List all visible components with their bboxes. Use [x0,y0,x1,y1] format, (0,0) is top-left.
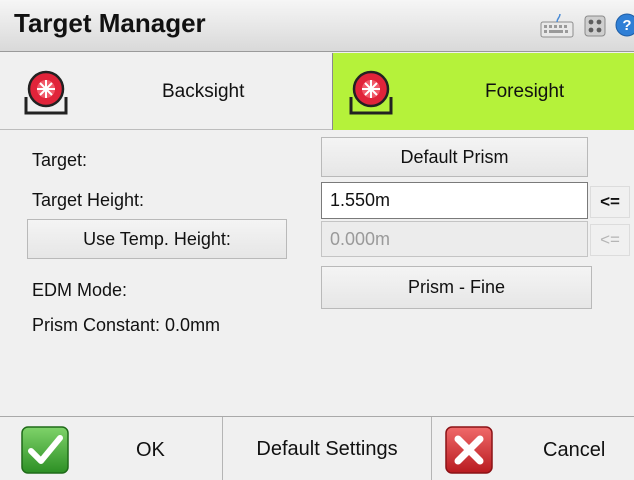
title-bar: Target Manager ? [0,0,634,52]
svg-text:?: ? [622,17,631,34]
cancel-label: Cancel [543,439,606,461]
target-label: Target: [32,150,88,170]
edm-mode-label: EDM Mode: [32,280,128,300]
keyboard-icon[interactable] [540,13,574,39]
target-select-button[interactable]: Default Prism [321,137,588,177]
prism-target-icon [24,70,68,115]
window-title: Target Manager [14,8,206,38]
default-settings-label: Default Settings [256,437,398,460]
temp-height-input: 0.000m [321,221,588,257]
close-x-icon [445,426,493,474]
default-settings-button[interactable]: Default Settings [222,417,432,480]
copy-temp-height-button: <= [590,224,630,256]
tab-backsight-label: Backsight [162,81,245,102]
tab-foresight[interactable]: Foresight [332,53,634,130]
bottom-bar: OK Default Settings Cancel [0,416,634,480]
prism-constant-text: Prism Constant: 0.0mm [32,315,221,335]
checkmark-icon [21,426,69,474]
tab-foresight-label: Foresight [485,81,565,102]
prism-target-icon [349,70,393,115]
copy-height-button[interactable]: <= [590,186,630,218]
target-height-input[interactable]: 1.550m [321,182,588,219]
ok-label: OK [136,439,165,461]
edm-mode-button[interactable]: Prism - Fine [321,266,592,309]
use-temp-height-button[interactable]: Use Temp. Height: [27,219,287,259]
cancel-button[interactable]: Cancel [433,417,634,480]
target-height-label: Target Height: [32,190,145,210]
tab-strip: Backsight Foresight [0,53,634,130]
grid-icon[interactable] [584,15,606,37]
help-icon[interactable]: ? [615,13,634,37]
tab-backsight[interactable]: Backsight [0,53,332,130]
ok-button[interactable]: OK [0,417,221,480]
